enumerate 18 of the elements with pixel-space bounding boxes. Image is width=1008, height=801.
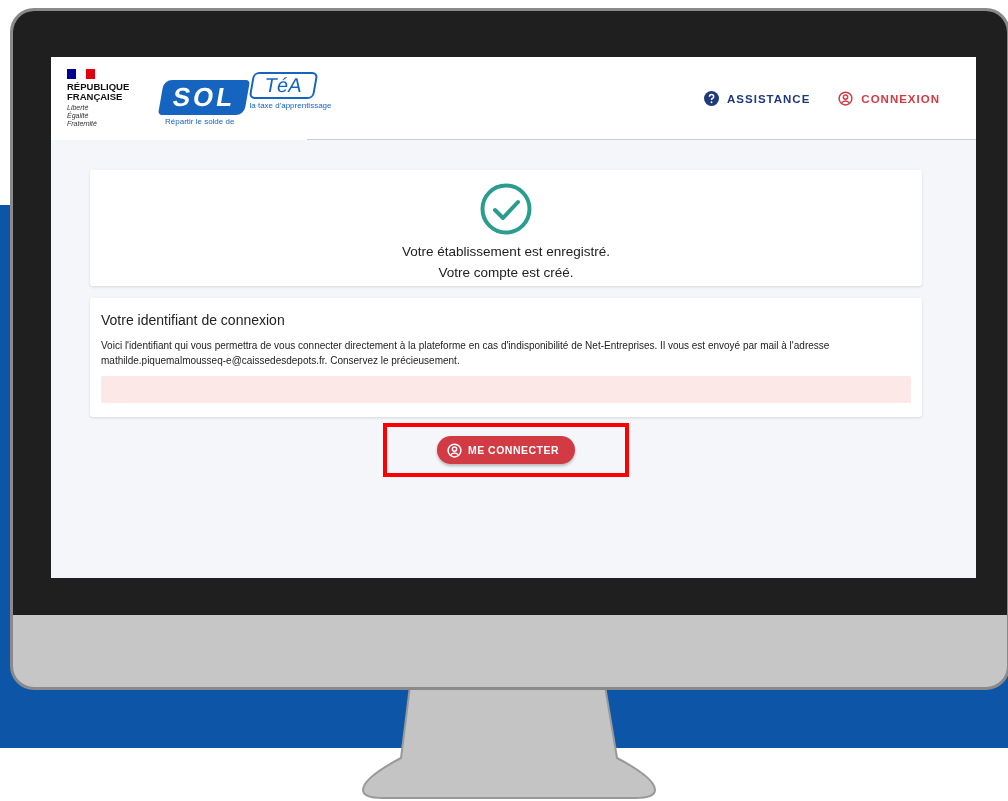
login-link[interactable]: CONNEXION (838, 91, 940, 106)
brand-text: RÉPUBLIQUE (67, 82, 131, 92)
help-icon (704, 91, 720, 106)
flag-icon (67, 69, 95, 79)
user-icon (446, 442, 462, 458)
logo-text: SOL (157, 79, 251, 115)
card-title: Votre identifiant de connexion (101, 312, 286, 328)
login-button[interactable]: ME CONNECTER (436, 436, 576, 464)
card-description: Voici l'identifiant qui vous permettra de vous connecter directement à la plateforme en cas d'indisponibilité de Net-Entreprises. Il vous est envoyé par mail à l'adresse mathilde.piquemalmousseq-e@caissedesdepots.fr. Conservez le précieusement. (101, 339, 831, 368)
logo-text: TéA (249, 71, 319, 99)
user-icon (838, 91, 854, 106)
help-link[interactable]: ASSISTANCE (704, 91, 811, 106)
success-message: Votre compte est créé. (438, 264, 574, 282)
brand-text: FRANÇAISE (67, 92, 123, 102)
logo-caption: la taxe d'apprentissage (249, 100, 332, 110)
check-circle-icon (480, 183, 532, 235)
logo-caption: Répartir le solde de (165, 116, 235, 126)
success-message: Votre établissement est enregistré. (402, 243, 610, 261)
